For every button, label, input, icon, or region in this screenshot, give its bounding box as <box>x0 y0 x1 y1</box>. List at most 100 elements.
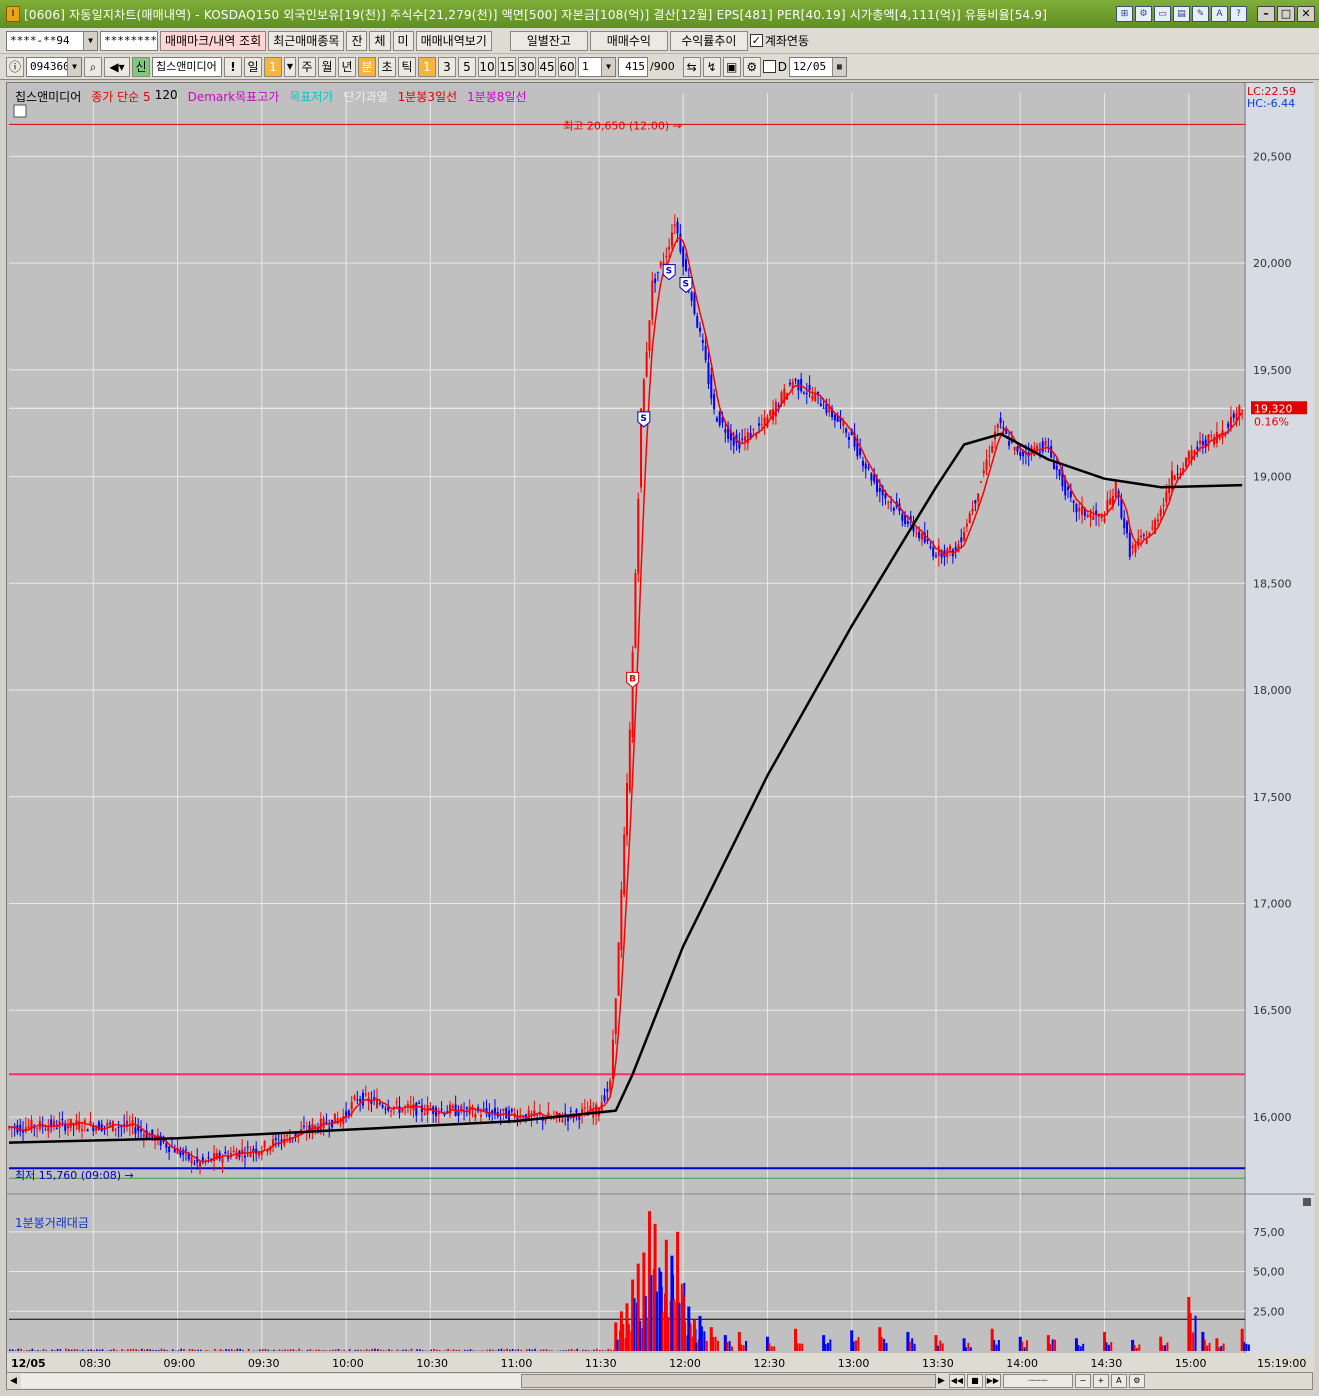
volume-bar-small <box>292 1349 295 1351</box>
close-button[interactable]: ✕ <box>1297 6 1315 22</box>
period-minute-button[interactable]: 분 <box>358 56 376 77</box>
rewind-icon[interactable]: ◀◀ <box>948 1374 965 1388</box>
settings-small-icon[interactable]: ⚙ <box>1128 1374 1145 1388</box>
password-field[interactable]: ******** <box>100 30 158 51</box>
minimize-button[interactable]: – <box>1257 6 1275 22</box>
period-month-button[interactable]: 월 <box>318 56 336 77</box>
volume-bar-small <box>267 1349 270 1351</box>
interval-10-button[interactable]: 10 <box>478 56 496 77</box>
interval-60-button[interactable]: 60 <box>558 56 576 77</box>
volume-bar <box>885 1343 888 1351</box>
settings-icon[interactable]: ⚙ <box>1135 6 1152 22</box>
period-week-button[interactable]: 주 <box>298 56 316 77</box>
interval-1-button[interactable]: 1 <box>418 56 436 77</box>
volume-bar-small <box>320 1350 323 1351</box>
stop-icon[interactable]: ■ <box>966 1374 983 1388</box>
candle-body <box>583 1107 586 1109</box>
volume-bar <box>633 1298 636 1351</box>
x-tick-label: 12:00 <box>669 1357 701 1370</box>
chevron-down-icon[interactable]: ▼ <box>83 31 97 50</box>
candle-body <box>977 493 980 502</box>
interval-select[interactable]: 1 ▼ <box>578 56 616 77</box>
daily-balance-button[interactable]: 일별잔고 <box>509 30 588 51</box>
period-second-button[interactable]: 초 <box>378 56 396 77</box>
interval-30-button[interactable]: 30 <box>518 56 536 77</box>
scroll-right-icon[interactable]: ▶ <box>938 1376 945 1386</box>
volume-bar-small <box>464 1349 466 1351</box>
period-day-count[interactable]: 1 <box>264 56 282 77</box>
search-icon[interactable]: ⌕ <box>84 56 102 77</box>
alert-button[interactable]: ! <box>224 56 242 77</box>
save-icon[interactable]: ▣ <box>722 56 741 77</box>
forward-icon[interactable]: ▶▶ <box>984 1374 1001 1388</box>
zoom-in-icon[interactable]: + <box>1092 1374 1109 1388</box>
chevron-down-icon[interactable]: ▼ <box>284 56 296 77</box>
price-chart[interactable]: 20,500 20,000 19,500 19,000 18,500 18,000 17,5… <box>7 83 1314 1373</box>
link-icon[interactable]: ⊞ <box>1116 6 1133 22</box>
x-tick-label: 11:30 <box>585 1357 617 1370</box>
volume-bar-small <box>559 1350 562 1351</box>
stock-name-field[interactable]: 칩스앤미디어 <box>152 56 222 77</box>
export-icon[interactable]: ✎ <box>1192 6 1209 22</box>
interval-3-button[interactable]: 3 <box>438 56 456 77</box>
balance-button[interactable]: 잔 <box>346 30 368 51</box>
chevron-down-icon[interactable]: ▼ <box>67 57 81 76</box>
trade-history-button[interactable]: 매매내역보기 <box>415 30 492 51</box>
trade-profit-button[interactable]: 매매수익 <box>589 30 668 51</box>
checkbox-mark[interactable]: ✓ <box>749 34 763 47</box>
trade-mark-query-button[interactable]: 매매마크/내역 조회 <box>160 30 267 51</box>
maximize-button[interactable]: □ <box>1277 6 1295 22</box>
scroll-track[interactable] <box>20 1374 936 1388</box>
interval-5-button[interactable]: 5 <box>458 56 476 77</box>
executed-button[interactable]: 체 <box>369 30 391 51</box>
scroll-thumb[interactable] <box>520 1374 936 1388</box>
account-link-checkbox[interactable]: ✓ 계좌연동 <box>749 32 809 49</box>
interval-45-button[interactable]: 45 <box>538 56 556 77</box>
candle-body <box>654 278 657 284</box>
chart-tool-icon[interactable]: ↯ <box>702 56 721 77</box>
volume-bar-small <box>289 1349 292 1351</box>
bar-count-input[interactable]: 415 <box>618 56 648 77</box>
volume-bar <box>1025 1340 1028 1351</box>
scroll-left-icon[interactable]: ◀ <box>10 1376 17 1386</box>
candle-body <box>918 531 921 539</box>
calendar-icon[interactable]: ▦ <box>831 57 846 76</box>
chart-scrollbar[interactable]: ◀ ▶ ◀◀ ■ ▶▶ ┈┈┈┈ − + A ⚙ <box>6 1372 1313 1390</box>
date-checkbox[interactable]: D <box>762 60 787 74</box>
period-tick-button[interactable]: 틱 <box>398 56 416 77</box>
candle-body <box>1106 500 1109 512</box>
window-icon[interactable]: ▭ <box>1154 6 1171 22</box>
volume-bar-small <box>587 1350 590 1351</box>
candle-body <box>682 247 685 267</box>
volume-bar-small <box>121 1349 123 1351</box>
speaker-icon[interactable]: ◀▾ <box>104 56 130 77</box>
zoom-out-icon[interactable]: − <box>1074 1374 1091 1388</box>
zoom-slider[interactable]: ┈┈┈┈ <box>1002 1374 1073 1388</box>
chart-area[interactable]: 20,500 20,000 19,500 19,000 18,500 18,000 17,5… <box>6 82 1314 1373</box>
date-checkbox-box[interactable] <box>762 60 776 73</box>
print-icon[interactable]: ▤ <box>1173 6 1190 22</box>
unfilled-button[interactable]: 미 <box>392 30 414 51</box>
return-trend-button[interactable]: 수익률추이 <box>669 30 748 51</box>
volume-bar-small <box>200 1349 202 1351</box>
stock-code-input[interactable]: 094360 ▼ <box>26 56 82 77</box>
swap-icon[interactable]: ⇆ <box>682 56 701 77</box>
account-select[interactable]: ****-**94 ▼ <box>6 30 98 51</box>
period-year-button[interactable]: 년 <box>338 56 356 77</box>
sell-mark: S <box>682 279 688 289</box>
recent-trades-button[interactable]: 최근매매종목 <box>268 30 345 51</box>
volume-bar-small <box>96 1349 98 1351</box>
font-size-icon[interactable]: A <box>1110 1374 1127 1388</box>
stock-info-icon[interactable]: ⓘ <box>6 56 24 77</box>
sell-mark: S <box>640 414 646 424</box>
candle-body <box>743 436 746 441</box>
date-input[interactable]: 12/05 ▦ <box>788 56 847 77</box>
period-day-button[interactable]: 일 <box>244 56 262 77</box>
font-icon[interactable]: A <box>1211 6 1228 22</box>
interval-15-button[interactable]: 15 <box>498 56 516 77</box>
volume-bar <box>857 1337 860 1351</box>
help-icon[interactable]: ? <box>1230 6 1247 22</box>
gear-icon[interactable]: ⚙ <box>742 56 761 77</box>
chevron-down-icon[interactable]: ▼ <box>601 57 615 76</box>
volume-bar-small <box>337 1349 340 1351</box>
